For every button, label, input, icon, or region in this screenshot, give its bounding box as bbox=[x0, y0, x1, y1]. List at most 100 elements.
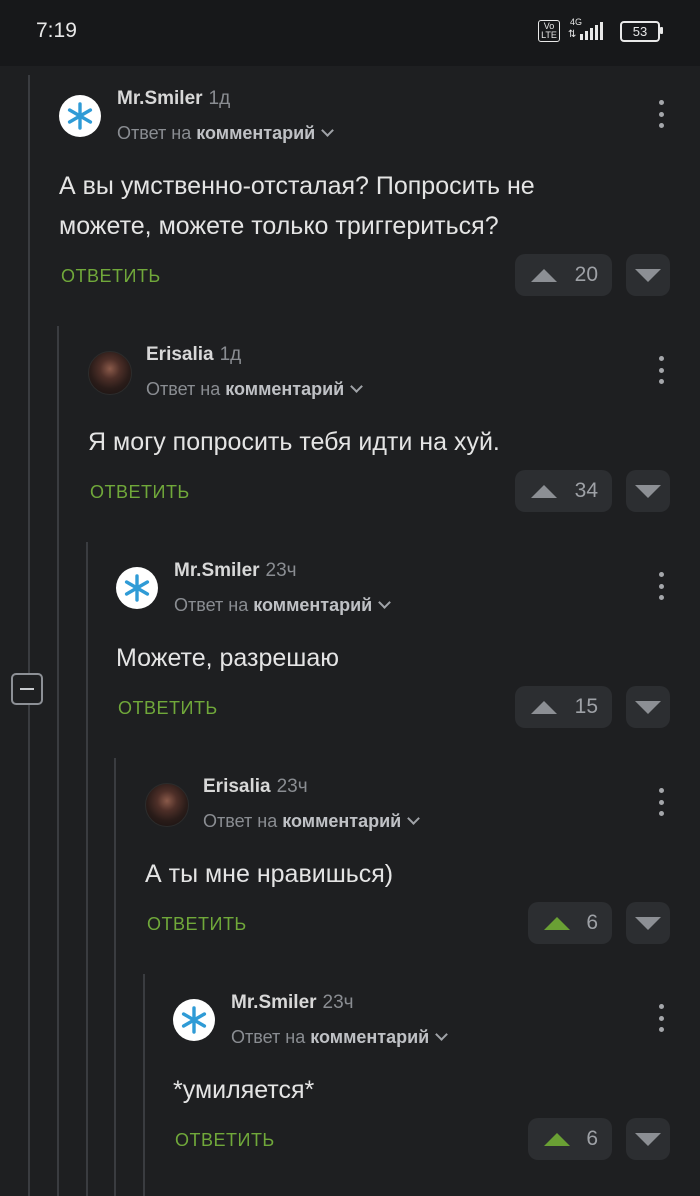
downvote-arrow-icon bbox=[635, 916, 661, 930]
vote-count: 34 bbox=[574, 479, 598, 502]
thread-line bbox=[86, 542, 88, 1196]
comment-text: А ты мне нравишься) bbox=[145, 854, 393, 894]
downvote-button[interactable] bbox=[626, 1118, 670, 1160]
chevron-down-icon bbox=[350, 380, 364, 393]
thread-line bbox=[114, 758, 116, 1196]
reply-to-link[interactable]: Ответ на комментарий bbox=[231, 1027, 449, 1048]
comment: Erisalia 23ч Ответ на комментарий А ты мне … bbox=[145, 772, 670, 972]
vote-count: 6 bbox=[586, 1127, 598, 1150]
reply-button[interactable]: ОТВЕТИТЬ bbox=[147, 914, 247, 935]
more-options-icon[interactable] bbox=[658, 100, 664, 128]
thread-line bbox=[28, 75, 30, 673]
upvote-button[interactable]: 6 bbox=[528, 1118, 612, 1160]
user-avatar[interactable] bbox=[88, 351, 132, 395]
comment-author[interactable]: Erisalia 1д bbox=[146, 344, 241, 366]
upvote-button[interactable]: 20 bbox=[515, 254, 612, 296]
battery-level: 53 bbox=[632, 23, 648, 39]
downvote-button[interactable] bbox=[626, 686, 670, 728]
comment-author[interactable]: Mr.Smiler 23ч bbox=[174, 560, 297, 582]
vote-count: 6 bbox=[586, 911, 598, 934]
comment-text-line: Я могу попросить тебя идти на хуй. bbox=[88, 428, 500, 456]
comment: Mr.Smiler 1д Ответ на комментарий А вы умст… bbox=[59, 84, 670, 296]
comment-text-line: А ты мне нравишься) bbox=[145, 860, 394, 888]
reply-to-target: комментарий bbox=[253, 595, 373, 615]
downvote-button[interactable] bbox=[626, 902, 670, 944]
reply-to-target: комментарий bbox=[196, 123, 316, 143]
chevron-down-icon bbox=[435, 1028, 449, 1041]
reply-to-link[interactable]: Ответ на комментарий bbox=[146, 379, 364, 400]
comment-author[interactable]: Erisalia 23ч bbox=[203, 776, 308, 798]
comment-text: *умиляется* bbox=[173, 1070, 314, 1110]
comment-author[interactable]: Mr.Smiler 23ч bbox=[231, 992, 354, 1014]
reply-to-target: комментарий bbox=[282, 811, 402, 831]
battery-icon: 53 bbox=[620, 20, 663, 42]
reply-to-prefix: Ответ на bbox=[203, 811, 283, 831]
snowflake-avatar-icon[interactable] bbox=[173, 999, 215, 1041]
reply-to-target: комментарий bbox=[225, 379, 345, 399]
vote-count: 20 bbox=[574, 263, 598, 286]
snowflake-avatar-icon[interactable] bbox=[116, 567, 158, 609]
reply-to-prefix: Ответ на bbox=[146, 379, 226, 399]
comment: Mr.Smiler 23ч Ответ на комментарий *умиляет… bbox=[173, 988, 670, 1188]
upvote-button[interactable]: 34 bbox=[515, 470, 612, 512]
status-time: 7:19 bbox=[36, 19, 77, 42]
comment-text-line: Можете, разрешаю bbox=[116, 644, 339, 672]
reply-to-prefix: Ответ на bbox=[231, 1027, 311, 1047]
upvote-arrow-icon bbox=[531, 484, 557, 498]
upvote-button[interactable]: 6 bbox=[528, 902, 612, 944]
downvote-arrow-icon bbox=[635, 700, 661, 714]
author-name[interactable]: Mr.Smiler bbox=[231, 992, 317, 1013]
upvote-arrow-icon bbox=[531, 268, 557, 282]
reply-to-link[interactable]: Ответ на комментарий bbox=[203, 811, 421, 832]
status-icons: Vo LTE 4G ⇅ 53 bbox=[538, 17, 663, 42]
author-name[interactable]: Mr.Smiler bbox=[117, 88, 203, 109]
reply-button[interactable]: ОТВЕТИТЬ bbox=[61, 266, 161, 287]
comment-author[interactable]: Mr.Smiler 1д bbox=[117, 88, 230, 110]
comment-age: 1д bbox=[219, 344, 242, 365]
reply-to-prefix: Ответ на bbox=[174, 595, 254, 615]
collapse-thread-button[interactable] bbox=[11, 673, 43, 705]
volte-icon: Vo LTE bbox=[538, 20, 560, 42]
downvote-button[interactable] bbox=[626, 470, 670, 512]
thread-line bbox=[28, 705, 30, 1196]
comment-text: А вы умственно-отсталая? Попросить не мож… bbox=[59, 166, 535, 246]
author-name[interactable]: Erisalia bbox=[146, 344, 214, 365]
thread-line bbox=[143, 974, 145, 1196]
upvote-arrow-icon bbox=[544, 1132, 570, 1146]
signal-bars-icon bbox=[580, 22, 603, 40]
more-options-icon[interactable] bbox=[658, 572, 664, 600]
comment-age: 1д bbox=[208, 88, 231, 109]
comment-age: 23ч bbox=[322, 992, 354, 1013]
reply-button[interactable]: ОТВЕТИТЬ bbox=[175, 1130, 275, 1151]
comment-text-line: *умиляется* bbox=[173, 1076, 315, 1104]
chevron-down-icon bbox=[378, 596, 392, 609]
more-options-icon[interactable] bbox=[658, 1004, 664, 1032]
upvote-arrow-icon bbox=[531, 700, 557, 714]
reply-to-target: комментарий bbox=[310, 1027, 430, 1047]
author-name[interactable]: Mr.Smiler bbox=[174, 560, 260, 581]
reply-to-link[interactable]: Ответ на комментарий bbox=[117, 123, 335, 144]
reply-to-link[interactable]: Ответ на комментарий bbox=[174, 595, 392, 616]
reply-button[interactable]: ОТВЕТИТЬ bbox=[118, 698, 218, 719]
downvote-arrow-icon bbox=[635, 268, 661, 282]
comment-text-line: А вы умственно-отсталая? Попросить не bbox=[59, 172, 535, 200]
comment: Mr.Smiler 23ч Ответ на комментарий Можете, … bbox=[116, 556, 670, 756]
signal-icon: 4G ⇅ bbox=[568, 17, 612, 42]
user-avatar[interactable] bbox=[145, 783, 189, 827]
more-options-icon[interactable] bbox=[658, 788, 664, 816]
data-arrows-icon: ⇅ bbox=[568, 29, 577, 40]
chevron-down-icon bbox=[407, 812, 421, 825]
reply-button[interactable]: ОТВЕТИТЬ bbox=[90, 482, 190, 503]
chevron-down-icon bbox=[321, 124, 335, 137]
more-options-icon[interactable] bbox=[658, 356, 664, 384]
upvote-button[interactable]: 15 bbox=[515, 686, 612, 728]
snowflake-avatar-icon[interactable] bbox=[59, 95, 101, 137]
author-name[interactable]: Erisalia bbox=[203, 776, 271, 797]
comment: Erisalia 1д Ответ на комментарий Я могу поп… bbox=[88, 340, 670, 540]
status-bar: 7:19 Vo LTE 4G ⇅ 53 bbox=[0, 0, 700, 66]
downvote-button[interactable] bbox=[626, 254, 670, 296]
comment-age: 23ч bbox=[276, 776, 308, 797]
downvote-arrow-icon bbox=[635, 484, 661, 498]
comment-text-line: можете, можете только триггериться? bbox=[59, 212, 499, 240]
comment-age: 23ч bbox=[265, 560, 297, 581]
